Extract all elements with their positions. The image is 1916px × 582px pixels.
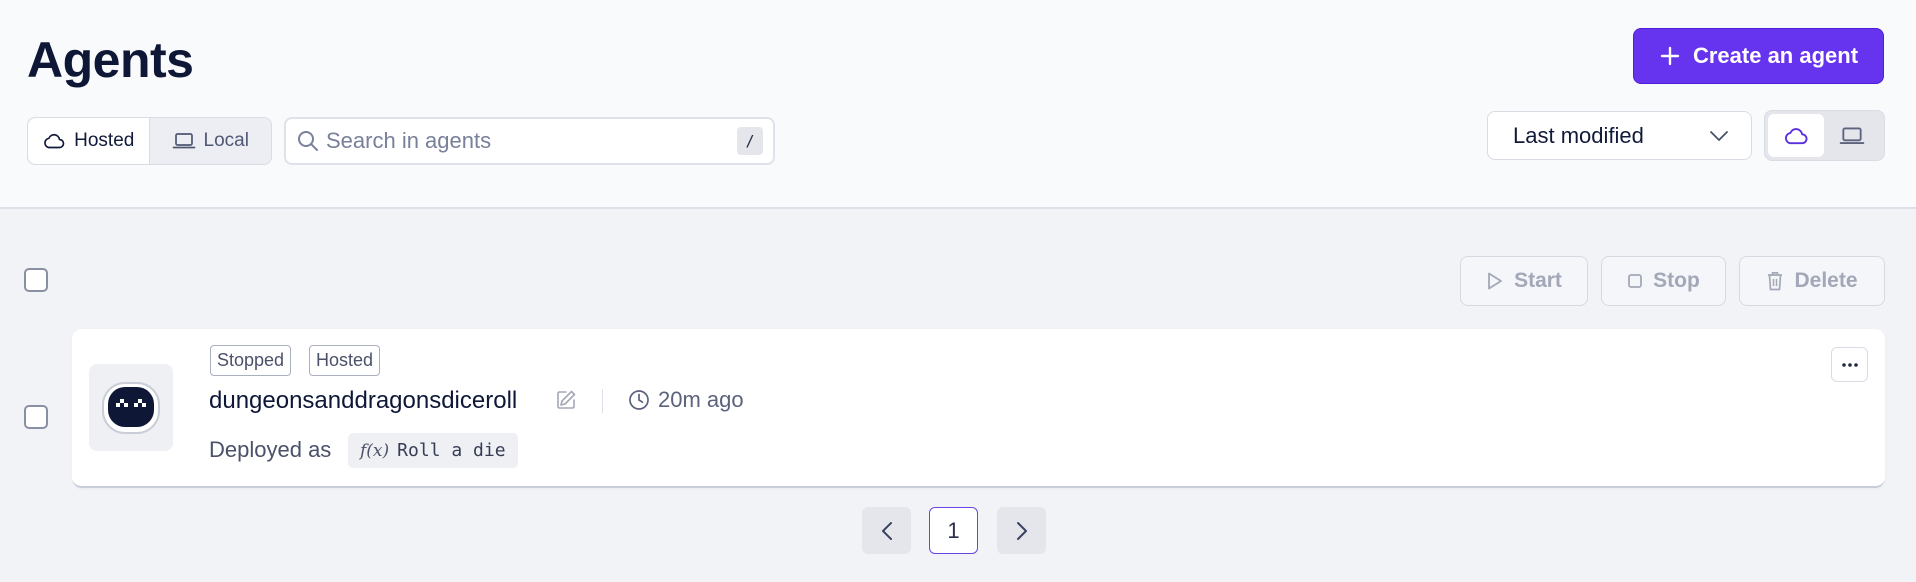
clock-icon bbox=[629, 390, 649, 410]
stop-icon bbox=[1628, 274, 1643, 288]
search-icon bbox=[298, 131, 318, 151]
chevron-right-icon bbox=[1016, 521, 1027, 540]
function-name: Roll a die bbox=[397, 440, 506, 461]
plus-icon bbox=[1660, 46, 1680, 66]
start-button[interactable]: Start bbox=[1460, 256, 1588, 306]
delete-button[interactable]: Delete bbox=[1739, 256, 1885, 306]
search-input[interactable] bbox=[326, 128, 737, 154]
filter-hosted-button[interactable]: Hosted bbox=[28, 118, 150, 164]
status-badge: Stopped bbox=[210, 345, 292, 376]
stop-button[interactable]: Stop bbox=[1601, 256, 1726, 306]
chevron-left-icon bbox=[881, 521, 892, 540]
cloud-icon bbox=[44, 133, 65, 149]
next-page-button[interactable] bbox=[997, 507, 1046, 554]
create-agent-label: Create an agent bbox=[1692, 43, 1859, 68]
view-toggle bbox=[1764, 110, 1885, 161]
cloud-icon bbox=[1785, 127, 1808, 144]
agent-card[interactable]: Stopped Hosted dungeonsanddragonsdicerol… bbox=[72, 329, 1885, 488]
search-field: / bbox=[284, 117, 775, 165]
filter-hosted-label: Hosted bbox=[74, 130, 135, 151]
view-local-button[interactable] bbox=[1824, 114, 1880, 157]
function-icon: f(x) bbox=[360, 440, 390, 461]
page-number-button[interactable]: 1 bbox=[929, 507, 978, 554]
create-agent-button[interactable]: Create an agent bbox=[1633, 28, 1884, 84]
agent-name[interactable]: dungeonsanddragonsdiceroll bbox=[209, 385, 517, 417]
trash-icon bbox=[1768, 271, 1783, 291]
play-icon bbox=[1488, 272, 1502, 290]
edit-icon[interactable] bbox=[555, 389, 577, 411]
divider bbox=[602, 389, 603, 413]
select-all-checkbox[interactable] bbox=[24, 268, 48, 292]
previous-page-button[interactable] bbox=[862, 507, 911, 554]
more-horizontal-icon bbox=[1841, 362, 1858, 367]
hosting-badge: Hosted bbox=[309, 345, 381, 376]
more-options-button[interactable] bbox=[1831, 347, 1868, 382]
delete-label: Delete bbox=[1794, 269, 1858, 292]
agent-avatar bbox=[89, 364, 173, 451]
last-updated: 20m ago bbox=[628, 387, 744, 413]
sort-select[interactable]: Last modified bbox=[1487, 111, 1752, 160]
chevron-down-icon bbox=[1710, 130, 1728, 141]
filter-local-label: Local bbox=[203, 130, 249, 151]
hosting-filter: Hosted Local bbox=[27, 117, 272, 165]
search-shortcut-key: / bbox=[737, 127, 763, 155]
page-header: Agents Create an agent Hosted Local / bbox=[0, 0, 1916, 209]
agent-row-checkbox[interactable] bbox=[24, 405, 48, 429]
last-updated-text: 20m ago bbox=[658, 387, 744, 412]
sort-selected-value: Last modified bbox=[1513, 122, 1644, 148]
robot-avatar-icon bbox=[102, 381, 160, 434]
view-hosted-button[interactable] bbox=[1768, 114, 1824, 157]
deployed-as-label: Deployed as bbox=[209, 437, 332, 462]
stop-label: Stop bbox=[1653, 269, 1700, 292]
laptop-icon bbox=[1839, 126, 1865, 144]
function-chip[interactable]: f(x) Roll a die bbox=[348, 433, 518, 468]
filter-local-button[interactable]: Local bbox=[150, 118, 272, 164]
laptop-icon bbox=[172, 133, 195, 149]
page-title: Agents bbox=[27, 32, 194, 88]
start-label: Start bbox=[1514, 269, 1562, 292]
